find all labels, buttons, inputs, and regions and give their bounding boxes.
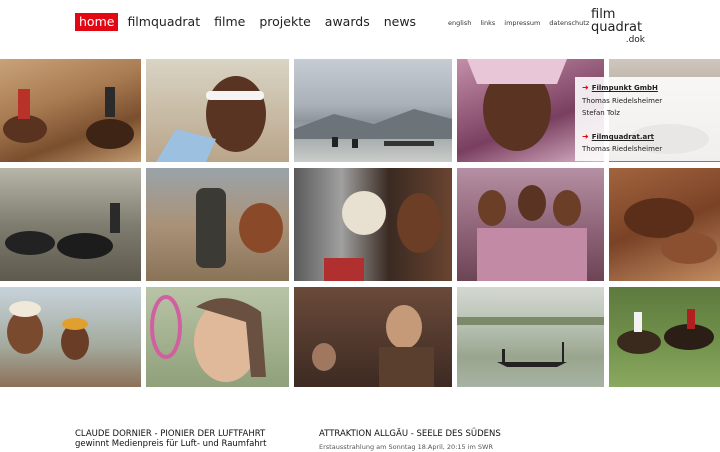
filmquadrat-logo[interactable]: film quadrat .dok: [591, 8, 651, 47]
arrow-right-icon: ➜: [582, 83, 589, 92]
news-subtitle: gewinnt Medienpreis für Luft- und Raumfa…: [75, 439, 267, 449]
link-datenschutz[interactable]: datenschutz: [549, 19, 589, 27]
film-thumbnail-polo[interactable]: [609, 287, 720, 387]
men-turbans-image: [7, 301, 89, 360]
link-links[interactable]: links: [480, 19, 495, 27]
production-info-box: ➜ Filmpunkt GmbH Thomas Riedelsheimer Ste…: [575, 77, 720, 161]
polo-image: [617, 309, 714, 354]
nav-awards[interactable]: awards: [320, 13, 375, 31]
film-thumbnail-elderly-woman[interactable]: [294, 287, 452, 387]
film-thumbnail-landscape-water[interactable]: [294, 59, 452, 162]
nav-filmquadrat[interactable]: filmquadrat: [122, 13, 205, 31]
film-thumbnail-woman-mirror[interactable]: [146, 287, 289, 387]
news-title: ATTRAKTION ALLGÄU - SEELE DES SÜDENS: [319, 429, 501, 439]
nav-filme[interactable]: filme: [209, 13, 250, 31]
elderly-woman-image: [312, 305, 434, 387]
news-title: CLAUDE DORNIER - PIONIER DER LUFTFAHRT: [75, 429, 266, 439]
horses-water-image: [5, 203, 120, 259]
news-subtitle: Erstausstrahlung am Sonntag 18.April, 20…: [319, 443, 493, 451]
group-women-image: [477, 185, 587, 281]
news-item-left[interactable]: CLAUDE DORNIER - PIONIER DER LUFTFAHRT g…: [75, 429, 267, 449]
film-thumbnail-boat-lake[interactable]: [457, 287, 604, 387]
main-navigation: home filmquadrat filme projekte awards n…: [75, 13, 425, 31]
link-impressum[interactable]: impressum: [504, 19, 540, 27]
horse-riders-image: [3, 87, 134, 149]
woman-mirror-image: [150, 295, 266, 382]
nav-projekte[interactable]: projekte: [254, 13, 315, 31]
landscape-image: [294, 109, 452, 148]
logo-line-2: quadrat: [591, 20, 643, 35]
news-item-right[interactable]: ATTRAKTION ALLGÄU - SEELE DES SÜDENS Ers…: [319, 429, 501, 452]
secondary-navigation: english links impressum datenschutz: [448, 19, 589, 27]
film-thumbnail-horse-riders[interactable]: [0, 59, 141, 162]
film-thumbnail-group-women[interactable]: [457, 168, 604, 281]
filmquadrat-art-link[interactable]: Filmquadrat.art: [592, 133, 654, 141]
mural-woman-image: [324, 191, 441, 281]
film-thumbnail-men-turbans[interactable]: [0, 287, 141, 387]
film-thumbnail-herder[interactable]: [146, 168, 289, 281]
nav-news[interactable]: news: [379, 13, 421, 31]
link-english[interactable]: english: [448, 19, 471, 27]
nav-home[interactable]: home: [75, 13, 119, 31]
logo-line-3: .dok: [625, 35, 645, 45]
film-thumbnail-mural-woman[interactable]: [294, 168, 452, 281]
arrow-right-icon: ➜: [582, 132, 589, 141]
athlete-image: [156, 76, 266, 162]
filmpunkt-link[interactable]: Filmpunkt GmbH: [592, 84, 658, 92]
boat-lake-image: [457, 317, 604, 367]
film-thumbnail-horses-water[interactable]: [0, 168, 141, 281]
person-name: Stefan Tolz: [582, 109, 620, 117]
herder-image: [196, 188, 283, 268]
person-name: Thomas Riedelsheimer: [582, 97, 663, 105]
film-thumbnail-horses-herd[interactable]: [609, 168, 720, 281]
horses-herd-image: [624, 198, 717, 264]
person-name: Thomas Riedelsheimer: [582, 145, 663, 153]
film-thumbnail-athlete[interactable]: [146, 59, 289, 162]
